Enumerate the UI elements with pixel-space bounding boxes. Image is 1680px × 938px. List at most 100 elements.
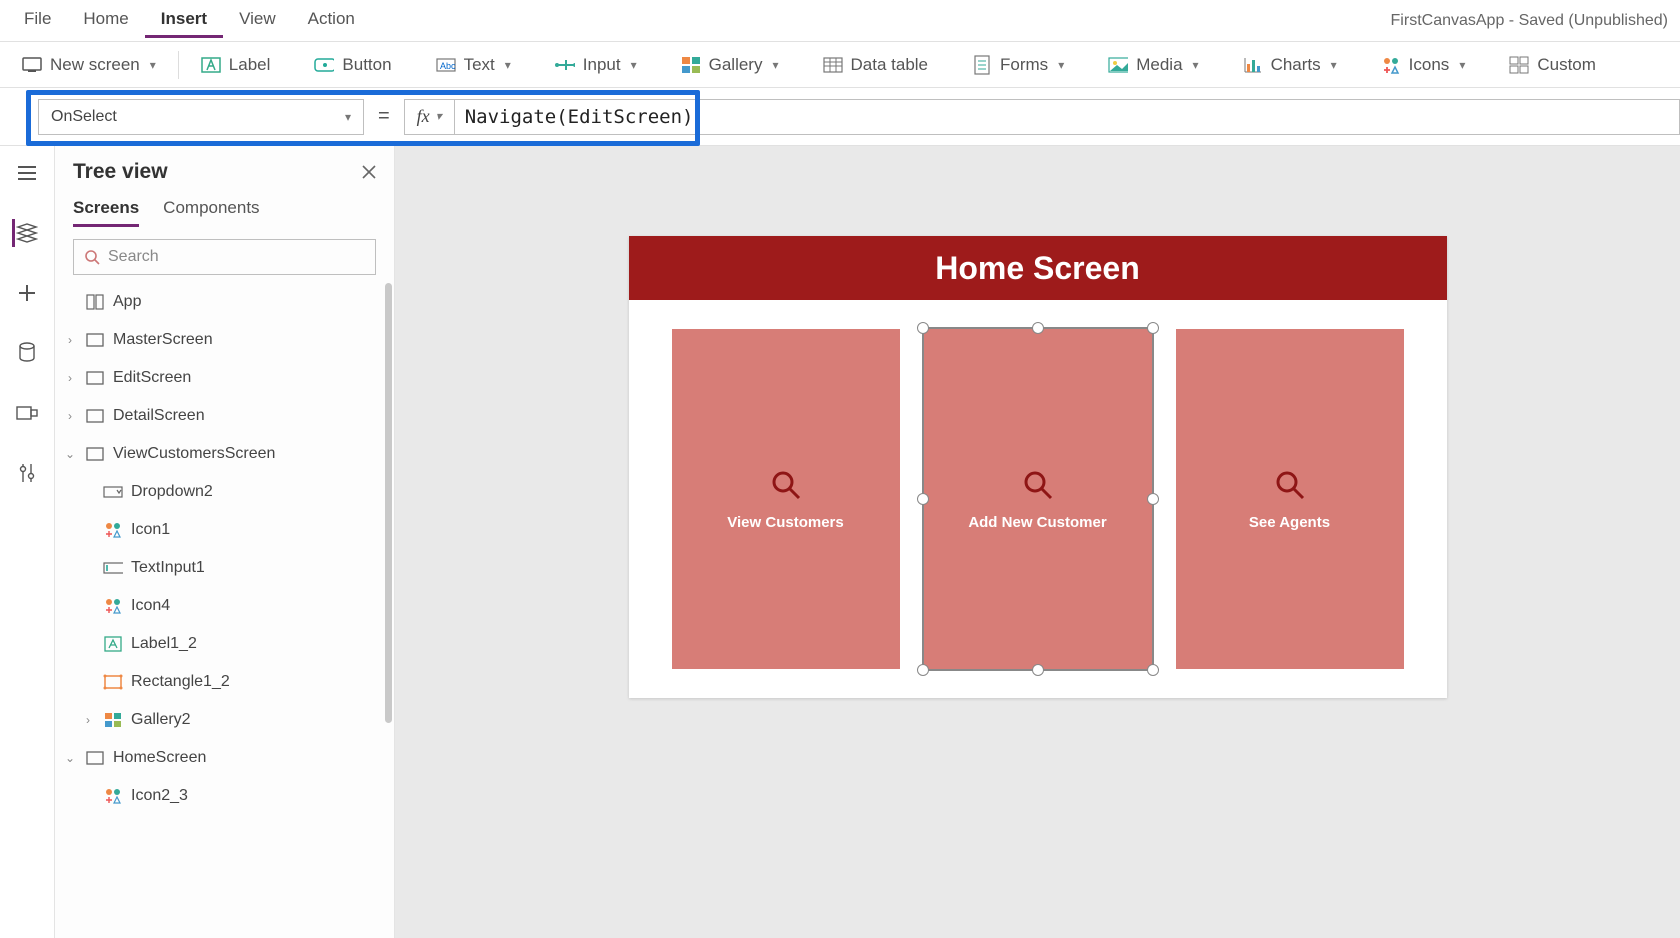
rail-advanced[interactable] xyxy=(12,458,42,488)
tree-node-editscreen[interactable]: ›EditScreen xyxy=(55,359,394,397)
selection-handle[interactable] xyxy=(917,493,929,505)
tree-caret-icon[interactable]: › xyxy=(81,713,95,727)
ribbon-forms[interactable]: Forms ▾ xyxy=(972,51,1064,79)
menu-home[interactable]: Home xyxy=(67,3,144,38)
formula-input[interactable]: Navigate(EditScreen) xyxy=(454,99,1680,135)
tree-node-label: Rectangle1_2 xyxy=(131,673,230,691)
tree-caret-icon[interactable] xyxy=(81,675,95,689)
tree-scrollbar[interactable] xyxy=(385,283,392,723)
ribbon-icons[interactable]: Icons ▾ xyxy=(1381,51,1466,79)
data-table-icon xyxy=(823,55,843,75)
rail-tree-view[interactable] xyxy=(12,218,42,248)
tree-caret-icon[interactable]: ⌄ xyxy=(63,751,77,765)
rail-media[interactable] xyxy=(12,398,42,428)
selection-handle[interactable] xyxy=(1147,493,1159,505)
screen-icon xyxy=(85,748,105,768)
chevron-down-icon: ▾ xyxy=(1058,58,1064,72)
tree-node-label: Dropdown2 xyxy=(131,483,213,501)
formula-equals: = xyxy=(364,105,404,128)
search-icon xyxy=(1273,468,1307,502)
tree-node-icon2-3[interactable]: Icon2_3 xyxy=(55,777,394,815)
menu-action[interactable]: Action xyxy=(292,3,371,38)
tree-node-rectangle1-2[interactable]: Rectangle1_2 xyxy=(55,663,394,701)
ribbon-button-label: Button xyxy=(342,55,391,75)
tree-node-detailscreen[interactable]: ›DetailScreen xyxy=(55,397,394,435)
chevron-down-icon: ▾ xyxy=(772,58,778,72)
ribbon-label[interactable]: Label xyxy=(201,51,271,79)
selection-handle[interactable] xyxy=(917,664,929,676)
ribbon-data-table-label: Data table xyxy=(851,55,929,75)
tree-caret-icon[interactable] xyxy=(81,789,95,803)
property-selector[interactable]: OnSelect ▾ xyxy=(38,99,364,135)
charts-icon xyxy=(1243,55,1263,75)
dropdown-icon xyxy=(103,482,123,502)
chevron-down-icon: ▾ xyxy=(150,58,156,72)
tree-caret-icon[interactable]: › xyxy=(63,371,77,385)
tree-node-label: Icon1 xyxy=(131,521,170,539)
selection-handle[interactable] xyxy=(1147,664,1159,676)
tree-node-textinput1[interactable]: TextInput1 xyxy=(55,549,394,587)
tree-caret-icon[interactable]: › xyxy=(63,333,77,347)
tree-caret-icon[interactable] xyxy=(81,637,95,651)
tree-node-app[interactable]: App xyxy=(55,283,394,321)
tree-caret-icon[interactable]: ⌄ xyxy=(63,447,77,461)
tree-caret-icon[interactable] xyxy=(81,561,95,575)
ribbon-text[interactable]: Abc Text ▾ xyxy=(436,51,511,79)
tree-node-label1-2[interactable]: Label1_2 xyxy=(55,625,394,663)
ribbon-data-table[interactable]: Data table xyxy=(823,51,929,79)
rect-icon xyxy=(103,672,123,692)
tree-node-label: TextInput1 xyxy=(131,559,205,577)
tree-node-homescreen[interactable]: ⌄HomeScreen xyxy=(55,739,394,777)
canvas-header[interactable]: Home Screen xyxy=(629,236,1447,300)
tree-node-icon4[interactable]: Icon4 xyxy=(55,587,394,625)
canvas-card-see-agents[interactable]: See Agents xyxy=(1176,329,1404,669)
tree-tab-screens[interactable]: Screens xyxy=(73,198,139,227)
tree-tab-components[interactable]: Components xyxy=(163,198,259,227)
card-label: View Customers xyxy=(727,514,843,531)
screen-icon xyxy=(85,330,105,350)
tree-node-icon1[interactable]: Icon1 xyxy=(55,511,394,549)
custom-icon xyxy=(1509,55,1529,75)
search-icon xyxy=(1021,468,1055,502)
tree-node-viewcustomersscreen[interactable]: ⌄ViewCustomersScreen xyxy=(55,435,394,473)
ribbon-gallery[interactable]: Gallery ▾ xyxy=(681,51,779,79)
ribbon-input[interactable]: Input ▾ xyxy=(555,51,637,79)
selection-handle[interactable] xyxy=(1032,322,1044,334)
menu-view[interactable]: View xyxy=(223,3,292,38)
app-canvas[interactable]: Home Screen View Customers Add New Custom… xyxy=(629,236,1447,698)
fx-button[interactable]: fx ▾ xyxy=(404,99,454,135)
selection-handle[interactable] xyxy=(1032,664,1044,676)
tree-node-gallery2[interactable]: ›Gallery2 xyxy=(55,701,394,739)
ribbon-custom[interactable]: Custom xyxy=(1509,51,1596,79)
tree-caret-icon[interactable] xyxy=(81,485,95,499)
rail-hamburger[interactable] xyxy=(12,158,42,188)
ribbon-icons-label: Icons xyxy=(1409,55,1450,75)
tree-caret-icon[interactable]: › xyxy=(63,409,77,423)
ribbon-button[interactable]: Button xyxy=(314,51,391,79)
search-icon xyxy=(84,249,100,265)
rail-data[interactable] xyxy=(12,338,42,368)
menu-insert[interactable]: Insert xyxy=(145,3,223,38)
ribbon-new-screen[interactable]: New screen ▾ xyxy=(22,51,156,79)
tree-node-masterscreen[interactable]: ›MasterScreen xyxy=(55,321,394,359)
ribbon-charts[interactable]: Charts ▾ xyxy=(1243,51,1337,79)
tree-caret-icon[interactable] xyxy=(81,523,95,537)
rail-insert[interactable] xyxy=(12,278,42,308)
canvas-area[interactable]: Home Screen View Customers Add New Custom… xyxy=(395,146,1680,938)
selection-handle[interactable] xyxy=(1147,322,1159,334)
canvas-card-add-new-customer[interactable]: Add New Customer xyxy=(924,329,1152,669)
tree-caret-icon[interactable] xyxy=(81,599,95,613)
ribbon-media[interactable]: Media ▾ xyxy=(1108,51,1198,79)
left-rail xyxy=(0,146,55,938)
tree-node-label: App xyxy=(113,293,141,311)
card-label: Add New Customer xyxy=(968,514,1106,531)
ribbon-label-label: Label xyxy=(229,55,271,75)
menu-file[interactable]: File xyxy=(8,3,67,38)
tree-node-dropdown2[interactable]: Dropdown2 xyxy=(55,473,394,511)
screen-icon xyxy=(85,368,105,388)
tree-view-close[interactable] xyxy=(362,165,376,179)
tree-search[interactable]: Search xyxy=(73,239,376,275)
tree-caret-icon[interactable] xyxy=(63,295,77,309)
selection-handle[interactable] xyxy=(917,322,929,334)
canvas-card-view-customers[interactable]: View Customers xyxy=(672,329,900,669)
